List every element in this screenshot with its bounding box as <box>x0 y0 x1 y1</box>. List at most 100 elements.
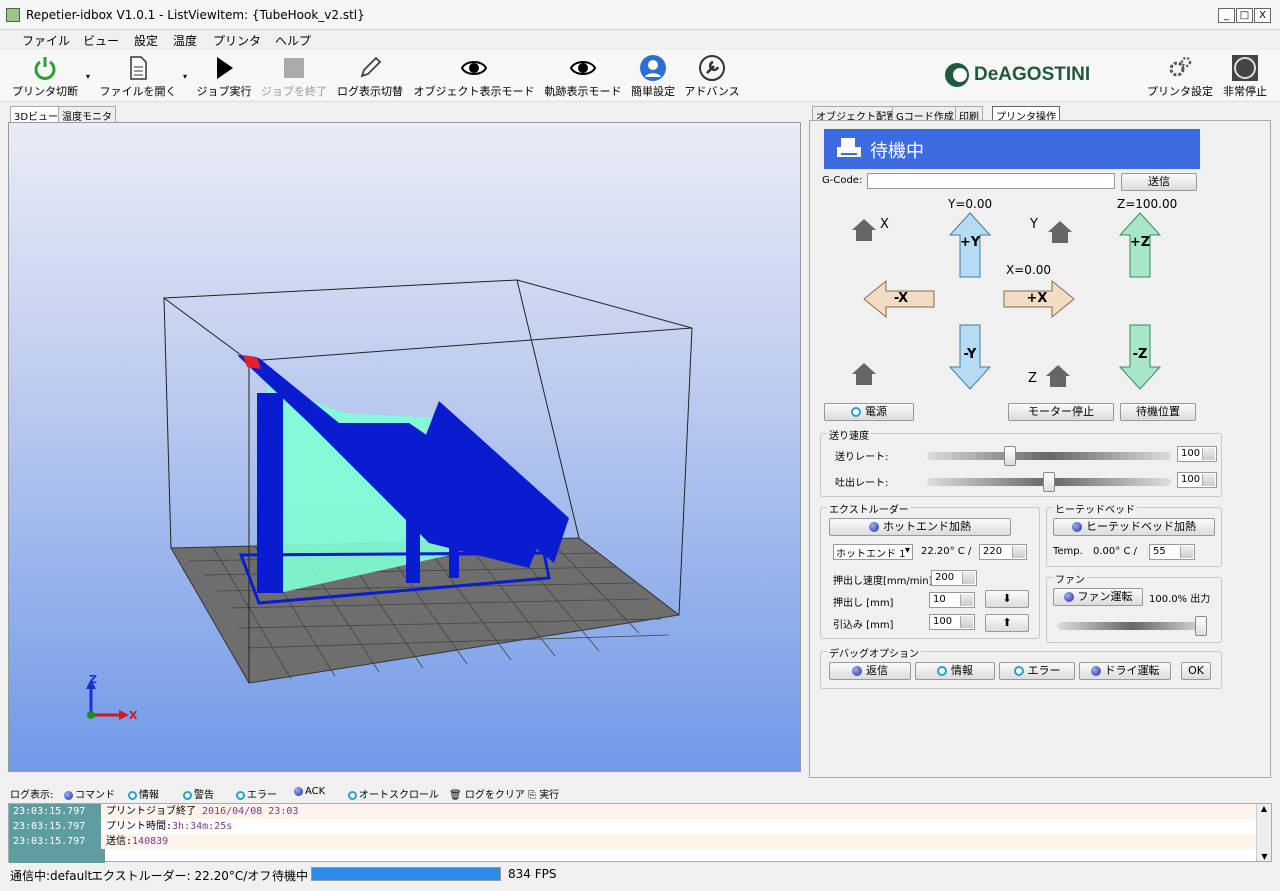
disconnect-button[interactable]: プリンタ切断 <box>8 50 82 102</box>
motor-stop-button[interactable]: モーター停止 <box>1008 403 1114 421</box>
hotend-select[interactable]: ホットエンド 1 ▾ <box>833 544 913 560</box>
hotend-target-input[interactable]: 220 <box>979 544 1027 560</box>
advance-button[interactable]: アドバンス <box>682 50 742 102</box>
log-run-button[interactable]: ⎘ 実行 <box>528 786 559 801</box>
menu-help[interactable]: ヘルプ <box>275 32 311 49</box>
jog-minus-z-button[interactable]: -Z <box>1118 323 1162 391</box>
home-y-icon[interactable] <box>1046 219 1074 245</box>
left-tab-bar: 3Dビュー 温度モニタ <box>8 104 208 123</box>
tab-temperature-monitor[interactable]: 温度モニタ <box>58 106 116 123</box>
printer-settings-button[interactable]: プリンタ設定 <box>1144 50 1216 102</box>
park-button[interactable]: 待機位置 <box>1120 403 1196 421</box>
eye-icon <box>569 61 597 75</box>
debug-error-button[interactable]: エラー <box>999 662 1075 680</box>
run-job-button[interactable]: ジョブ実行 <box>193 50 255 102</box>
dropdown-arrow-icon[interactable]: ▾ <box>86 72 90 81</box>
3d-view[interactable]: Z X <box>8 122 801 772</box>
log-error-toggle[interactable]: エラー <box>236 786 277 801</box>
log-ack-toggle[interactable]: ACK <box>294 786 325 797</box>
maximize-button[interactable]: □ <box>1236 8 1253 23</box>
flow-rate-thumb[interactable] <box>1043 472 1055 492</box>
menu-file[interactable]: ファイル <box>22 32 70 49</box>
menu-view[interactable]: ビュー <box>83 32 119 49</box>
flow-rate-input[interactable]: 100 <box>1177 472 1217 488</box>
log-clear-button[interactable]: 🗑 ログをクリア <box>449 786 525 801</box>
debug-ok-button[interactable]: OK <box>1181 662 1211 680</box>
jog-minus-y-button[interactable]: -Y <box>948 323 992 391</box>
log-commands-toggle[interactable]: コマンド <box>64 786 115 801</box>
axis-z-label: Z <box>89 673 97 686</box>
fan-slider[interactable] <box>1057 622 1207 630</box>
menu-temperature[interactable]: 温度 <box>173 32 197 49</box>
scroll-down-icon[interactable]: ▼ <box>1257 852 1272 861</box>
power-led-icon <box>851 407 861 417</box>
jog-plus-z-button[interactable]: +Z <box>1118 211 1162 279</box>
home-z-label: Z <box>1028 371 1037 386</box>
home-x-label: X <box>880 217 889 232</box>
log-list[interactable]: 23:03:15.797 プリントジョブ終了 2016/04/08 23:03 2… <box>8 803 1272 863</box>
minimize-button[interactable]: _ <box>1218 8 1235 23</box>
path-view-button[interactable]: 軌跡表示モード <box>541 50 625 102</box>
feed-rate-thumb[interactable] <box>1003 446 1016 466</box>
jog-plus-y-button[interactable]: +Y <box>948 211 992 279</box>
printer-state: 待機中 <box>272 869 309 883</box>
home-all-icon[interactable] <box>850 361 878 387</box>
object-view-button[interactable]: オブジェクト表示モード <box>410 50 538 102</box>
log-toolbar: ログ表示: コマンド 情報 警告 エラー ACK オートスクロール 🗑 ログをク… <box>10 786 560 801</box>
extrude-speed-input[interactable]: 200 <box>931 570 977 586</box>
connection-status: 通信中:default <box>10 869 93 883</box>
jog-minus-x-button[interactable]: -X <box>862 279 936 319</box>
jog-plus-x-button[interactable]: +X <box>1002 279 1076 319</box>
stop-job-button[interactable]: ジョブを終了 <box>258 50 330 102</box>
log-scrollbar[interactable]: ▲ ▼ <box>1256 804 1271 861</box>
hotend-heat-button[interactable]: ホットエンド加熱 <box>829 518 1011 536</box>
status-bar: 通信中:default エクストルーダー: 22.20°C/オフ 待機中 834… <box>0 863 1280 891</box>
window-title: Repetier-idbox V1.0.1 - ListViewItem: {T… <box>26 8 365 22</box>
dropdown-arrow-icon[interactable]: ▾ <box>183 72 187 81</box>
fan-run-button[interactable]: ファン運転 <box>1053 588 1143 606</box>
printer-control-panel: 待機中 G-Code: 送信 Y=0.00 Z=100.00 X=0.00 X … <box>809 120 1271 778</box>
feed-rate-slider[interactable] <box>927 452 1171 460</box>
power-button[interactable]: 電源 <box>824 403 914 421</box>
emergency-stop-button[interactable]: 非常停止 <box>1220 50 1270 102</box>
log-autoscroll-toggle[interactable]: オートスクロール <box>348 786 439 801</box>
arrow-up-icon: ⬆ <box>1002 616 1012 629</box>
power-icon <box>34 57 56 80</box>
bed-target-input[interactable]: 55 <box>1149 544 1195 560</box>
home-x-icon[interactable] <box>850 217 878 243</box>
easy-settings-button[interactable]: 簡単設定 <box>628 50 678 102</box>
gcode-input[interactable] <box>867 173 1115 189</box>
play-icon <box>217 57 233 79</box>
scroll-up-icon[interactable]: ▲ <box>1257 804 1271 813</box>
log-toggle-button[interactable]: ログ表示切替 <box>334 50 406 102</box>
gcode-send-button[interactable]: 送信 <box>1121 173 1197 191</box>
retract-length-input[interactable]: 100 <box>929 614 975 630</box>
gears-icon <box>1169 56 1192 77</box>
menu-settings[interactable]: 設定 <box>134 32 158 49</box>
bed-heat-button[interactable]: ヒーテッドベッド加熱 <box>1053 518 1215 536</box>
menu-printer[interactable]: プリンタ <box>213 32 261 49</box>
open-file-button[interactable]: ファイルを開く <box>96 50 180 102</box>
printer-icon <box>837 138 861 157</box>
extrude-button[interactable]: ⬇ <box>985 590 1029 608</box>
menu-bar: ファイル ビュー 設定 温度 プリンタ ヘルプ <box>0 30 1280 50</box>
trash-icon: 🗑 <box>449 790 462 801</box>
arrow-down-icon: ⬇ <box>1002 592 1012 605</box>
extrude-length-input[interactable]: 10 <box>929 592 975 608</box>
feed-rate-input[interactable]: 100 <box>1177 446 1217 462</box>
close-button[interactable]: X <box>1254 8 1271 23</box>
log-info-toggle[interactable]: 情報 <box>128 786 159 801</box>
fan-led-icon <box>1063 592 1074 602</box>
tab-3d-view[interactable]: 3Dビュー <box>10 106 63 123</box>
log-warning-toggle[interactable]: 警告 <box>183 786 214 801</box>
hotend-temp: 22.20° C / <box>921 546 972 557</box>
debug-info-button[interactable]: 情報 <box>915 662 995 680</box>
bed-led-icon <box>1072 522 1082 532</box>
home-z-icon[interactable] <box>1044 363 1072 389</box>
fan-thumb[interactable] <box>1195 616 1207 636</box>
retract-button[interactable]: ⬆ <box>985 614 1029 632</box>
debug-echo-button[interactable]: 返信 <box>829 662 911 680</box>
bed-temp: 0.00° C / <box>1093 546 1137 557</box>
debug-dry-run-button[interactable]: ドライ運転 <box>1079 662 1171 680</box>
emergency-stop-icon <box>1232 55 1258 81</box>
